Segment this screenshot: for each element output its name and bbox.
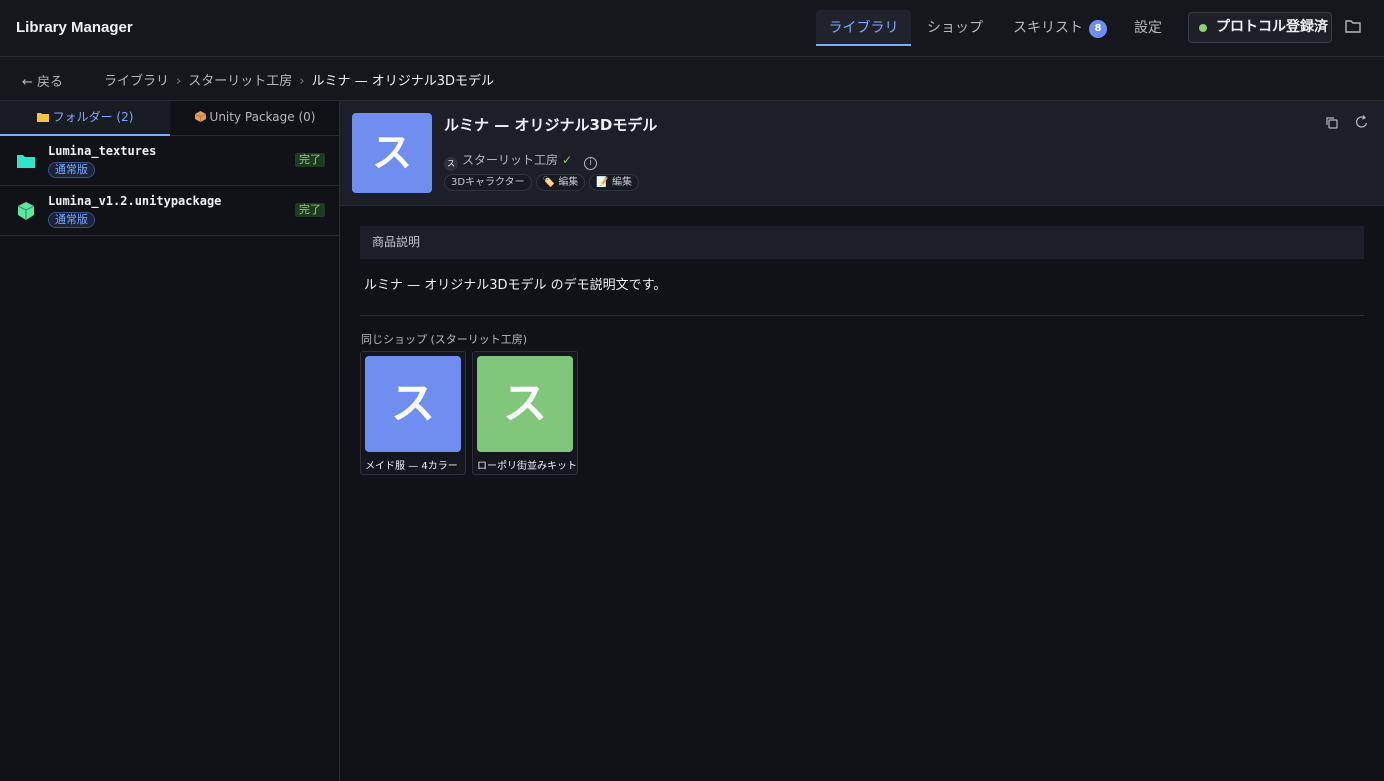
folder-icon	[17, 155, 35, 168]
tab-unity-package[interactable]: Unity Package (0)	[170, 101, 340, 136]
file-row[interactable]: Lumina_v1.2.unitypackage 通常版 完了	[0, 186, 339, 236]
same-shop-title: 同じショップ (スターリット工房)	[361, 333, 528, 346]
tag-category[interactable]: 3Dキャラクター	[444, 174, 532, 191]
tab-folders-label: フォルダー (2)	[52, 110, 134, 124]
related-product-label: メイド服 — 4カラー	[365, 461, 458, 472]
status-badge: 完了	[295, 153, 325, 167]
tab-library[interactable]: ライブラリ	[816, 10, 911, 46]
tag-label-icon: 🏷️	[542, 177, 559, 188]
related-product-label: ローポリ街並みキット	[477, 461, 577, 472]
tag-list: 3Dキャラクター 🏷️ 編集 📝 編集	[444, 174, 643, 191]
divider	[360, 315, 1364, 316]
info-icon[interactable]: i	[584, 157, 598, 170]
shop-avatar: ス	[444, 157, 458, 171]
tag-edit-note[interactable]: 📝 編集	[589, 174, 639, 191]
shop-name-link[interactable]: スターリット工房	[462, 153, 558, 167]
back-button[interactable]: ← 戻る	[22, 71, 63, 90]
sidebar-tabs: フォルダー (2) Unity Package (0)	[0, 101, 339, 136]
protocol-status-button[interactable]: プロトコル登録済	[1188, 12, 1332, 43]
folder-icon	[36, 113, 49, 122]
file-name: Lumina_textures	[48, 144, 157, 158]
tab-skilist[interactable]: スキリスト 8	[1002, 10, 1112, 46]
related-product-thumbnail: ス	[477, 356, 573, 452]
tab-settings[interactable]: 設定	[1120, 10, 1176, 46]
protocol-label: プロトコル登録済	[1216, 19, 1328, 35]
status-badge: 完了	[295, 203, 325, 217]
product-header: ス ルミナ — オリジナル3Dモデル ススターリット工房 ✓ i 3Dキャラクター 🏷…	[340, 101, 1384, 206]
sidebar: フォルダー (2) Unity Package (0) Lumina_textu…	[0, 101, 340, 781]
related-product-card[interactable]: ス メイド服 — 4カラー	[360, 351, 466, 475]
tab-unity-label: Unity Package (0)	[209, 110, 316, 124]
file-name: Lumina_v1.2.unitypackage	[48, 194, 222, 208]
skilist-count-badge: 8	[1089, 20, 1107, 38]
app-title: Library Manager	[16, 19, 133, 36]
breadcrumb: ライブラリ › スターリット工房 › ルミナ — オリジナル3Dモデル	[104, 70, 494, 89]
status-dot-icon	[1199, 24, 1207, 32]
shop-line: ススターリット工房 ✓ i	[444, 151, 598, 171]
breadcrumb-bar: ← 戻る ライブラリ › スターリット工房 › ルミナ — オリジナル3Dモデル	[0, 57, 1384, 101]
tag-edit-note-label: 編集	[611, 177, 632, 188]
tab-shop[interactable]: ショップ	[918, 10, 992, 46]
breadcrumb-separator: ›	[176, 74, 182, 89]
related-product-thumbnail: ス	[365, 356, 461, 452]
related-product-card[interactable]: ス ローポリ街並みキット	[472, 351, 578, 475]
tag-edit[interactable]: 🏷️ 編集	[535, 174, 586, 191]
breadcrumb-item-current: ルミナ — オリジナル3Dモデル	[311, 74, 494, 89]
variant-badge: 通常版	[48, 212, 95, 228]
memo-icon: 📝	[596, 177, 612, 188]
package-icon	[194, 111, 206, 122]
product-title: ルミナ — オリジナル3Dモデル	[444, 116, 658, 134]
open-folder-icon[interactable]	[1344, 17, 1362, 35]
description-body: ルミナ — オリジナル3Dモデル のデモ説明文です。	[364, 278, 667, 293]
copy-icon[interactable]	[1324, 115, 1340, 131]
breadcrumb-item-library[interactable]: ライブラリ	[104, 74, 169, 89]
refresh-icon[interactable]	[1354, 114, 1370, 130]
verified-check-icon: ✓	[562, 153, 573, 167]
breadcrumb-item-shop[interactable]: スターリット工房	[188, 74, 292, 89]
breadcrumb-separator: ›	[299, 74, 305, 89]
package-icon	[17, 202, 35, 220]
tab-folders[interactable]: フォルダー (2)	[0, 101, 170, 136]
tab-skilist-label: スキリスト	[1013, 20, 1083, 36]
top-bar: Library Manager ライブラリ ショップ スキリスト 8 設定 プロト…	[0, 0, 1384, 57]
tag-edit-label: 編集	[558, 177, 579, 188]
product-thumbnail: ス	[352, 113, 432, 193]
description-heading: 商品説明	[360, 226, 1364, 259]
variant-badge: 通常版	[48, 162, 95, 178]
file-row[interactable]: Lumina_textures 通常版 完了	[0, 136, 339, 186]
